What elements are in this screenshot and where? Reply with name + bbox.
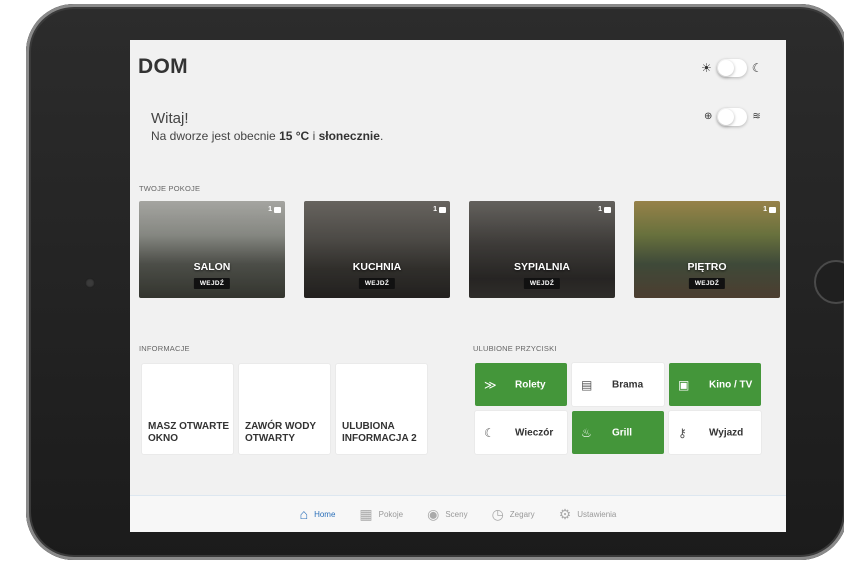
room-name: PIĘTRO bbox=[687, 261, 727, 273]
info-tile[interactable]: MASZ OTWARTE OKNO bbox=[142, 364, 233, 454]
fav-label: Kino / TV bbox=[709, 379, 753, 390]
info-tiles: MASZ OTWARTE OKNO ZAWÓR WODY OTWARTY ULU… bbox=[142, 364, 427, 454]
theme-toggle-group: ☀ ☾ bbox=[701, 59, 763, 77]
theme-toggle[interactable] bbox=[716, 59, 747, 77]
tab-label: Ustawienia bbox=[577, 509, 617, 519]
tablet-frame: DOM ☀ ☾ Witaj! Na dworze jest obecnie 15… bbox=[26, 4, 844, 560]
rooms-section-title: TWOJE POKOJE bbox=[139, 184, 201, 193]
fav-label: Wieczór bbox=[515, 427, 554, 438]
enter-room-button[interactable]: WEJDŹ bbox=[688, 278, 726, 289]
greeting: Witaj! bbox=[151, 110, 189, 127]
bottom-tab-bar: ⌂ Home ▦ Pokoje ◉ Sceny ◷ Zegary ⚙ Ustaw… bbox=[130, 495, 786, 532]
fav-button-kino-tv[interactable]: ▣ Kino / TV bbox=[669, 363, 761, 406]
tab-label: Pokoje bbox=[378, 509, 404, 519]
room-card-kuchnia[interactable]: 1 KUCHNIA WEJDŹ bbox=[304, 201, 450, 298]
moon-icon: ☾ bbox=[751, 61, 763, 75]
fav-button-grill[interactable]: ♨ Grill bbox=[572, 411, 664, 454]
home-button[interactable] bbox=[814, 260, 844, 304]
temperature: 15 °C bbox=[279, 129, 310, 143]
device-count-value: 1 bbox=[268, 206, 272, 213]
chevrons-down-icon: ≫ bbox=[484, 377, 497, 392]
tab-home[interactable]: ⌂ Home bbox=[300, 507, 336, 521]
app-title: DOM bbox=[138, 55, 188, 78]
moon-icon: ☾ bbox=[484, 425, 495, 440]
tab-label: Zegary bbox=[509, 509, 535, 519]
camera bbox=[85, 278, 95, 288]
fav-button-wieczor[interactable]: ☾ Wieczór bbox=[475, 411, 567, 454]
room-card-pietro[interactable]: 1 PIĘTRO WEJDŹ bbox=[634, 201, 780, 298]
room-name: SALON bbox=[193, 261, 231, 273]
weather-suffix: . bbox=[379, 129, 384, 143]
tab-pokoje[interactable]: ▦ Pokoje bbox=[359, 507, 403, 521]
fav-button-brama[interactable]: ▤ Brama bbox=[572, 363, 664, 406]
device-count-value: 1 bbox=[598, 206, 602, 213]
info-section-title: INFORMACJE bbox=[139, 344, 190, 353]
tab-sceny[interactable]: ◉ Sceny bbox=[427, 507, 467, 521]
enter-room-button[interactable]: WEJDŹ bbox=[193, 278, 231, 289]
grill-icon: ♨ bbox=[581, 425, 592, 440]
fav-label: Wyjazd bbox=[709, 427, 744, 438]
key-icon: ⚷ bbox=[678, 425, 687, 440]
device-icon bbox=[439, 206, 446, 213]
favorites-section-title: ULUBIONE PRZYCISKI bbox=[473, 344, 557, 353]
room-card-sypialnia[interactable]: 1 SYPIALNIA WEJDŹ bbox=[469, 201, 615, 298]
weather-status: Na dworze jest obecnie 15 °C i słoneczni… bbox=[151, 129, 383, 143]
tab-zegary[interactable]: ◷ Zegary bbox=[492, 507, 535, 521]
eye-icon: ◉ bbox=[427, 506, 440, 522]
garage-icon: ▤ bbox=[581, 377, 593, 392]
wifi-icon: ≋ bbox=[752, 111, 761, 122]
info-tile[interactable]: ZAWÓR WODY OTWARTY bbox=[239, 364, 330, 454]
info-label: MASZ OTWARTE OKNO bbox=[148, 421, 230, 444]
weather-mid: i bbox=[309, 129, 319, 143]
device-icon bbox=[769, 206, 776, 213]
enter-room-button[interactable]: WEJDŹ bbox=[523, 278, 561, 289]
sun-icon: ☀ bbox=[701, 61, 712, 75]
tab-label: Sceny bbox=[445, 509, 468, 519]
connection-toggle-group: ⊕ ≋ bbox=[704, 108, 761, 126]
enter-room-button[interactable]: WEJDŹ bbox=[358, 278, 396, 289]
room-name: KUCHNIA bbox=[352, 261, 402, 273]
room-card-salon[interactable]: 1 SALON WEJDŹ bbox=[139, 201, 285, 298]
info-tile[interactable]: ULUBIONA INFORMACJA 2 bbox=[336, 364, 427, 454]
tv-icon: ▣ bbox=[678, 377, 690, 392]
device-count: 1 bbox=[268, 206, 281, 213]
gear-icon: ⚙ bbox=[558, 506, 572, 522]
info-label: ZAWÓR WODY OTWARTY bbox=[245, 421, 316, 444]
fav-label: Brama bbox=[612, 379, 644, 390]
app-screen: DOM ☀ ☾ Witaj! Na dworze jest obecnie 15… bbox=[130, 40, 786, 532]
device-count: 1 bbox=[763, 206, 776, 213]
grid-icon: ▦ bbox=[359, 506, 373, 522]
connection-toggle[interactable] bbox=[717, 108, 748, 126]
device-count-value: 1 bbox=[433, 206, 437, 213]
fav-button-wyjazd[interactable]: ⚷ Wyjazd bbox=[669, 411, 761, 454]
favorites-grid: ≫ Rolety ▤ Brama ▣ Kino / TV ☾ Wieczór ♨… bbox=[475, 363, 761, 454]
fav-label: Rolety bbox=[515, 379, 546, 390]
fav-label: Grill bbox=[612, 427, 633, 438]
device-count: 1 bbox=[433, 206, 446, 213]
home-icon: ⌂ bbox=[299, 506, 309, 522]
tab-label: Home bbox=[314, 509, 336, 519]
device-icon bbox=[274, 206, 281, 213]
room-name: SYPIALNIA bbox=[513, 261, 570, 273]
info-label: ULUBIONA INFORMACJA 2 bbox=[342, 421, 417, 444]
tab-ustawienia[interactable]: ⚙ Ustawienia bbox=[559, 507, 617, 521]
weather-condition: słonecznie bbox=[318, 129, 380, 143]
fav-button-rolety[interactable]: ≫ Rolety bbox=[475, 363, 567, 406]
device-count: 1 bbox=[598, 206, 611, 213]
device-count-value: 1 bbox=[763, 206, 767, 213]
weather-prefix: Na dworze jest obecnie bbox=[151, 129, 280, 143]
clock-icon: ◷ bbox=[491, 506, 504, 522]
device-icon bbox=[604, 206, 611, 213]
globe-icon: ⊕ bbox=[704, 111, 713, 122]
rooms-list: 1 SALON WEJDŹ 1 KUCHNIA WEJDŹ 1 SYPIALNI… bbox=[139, 201, 780, 298]
